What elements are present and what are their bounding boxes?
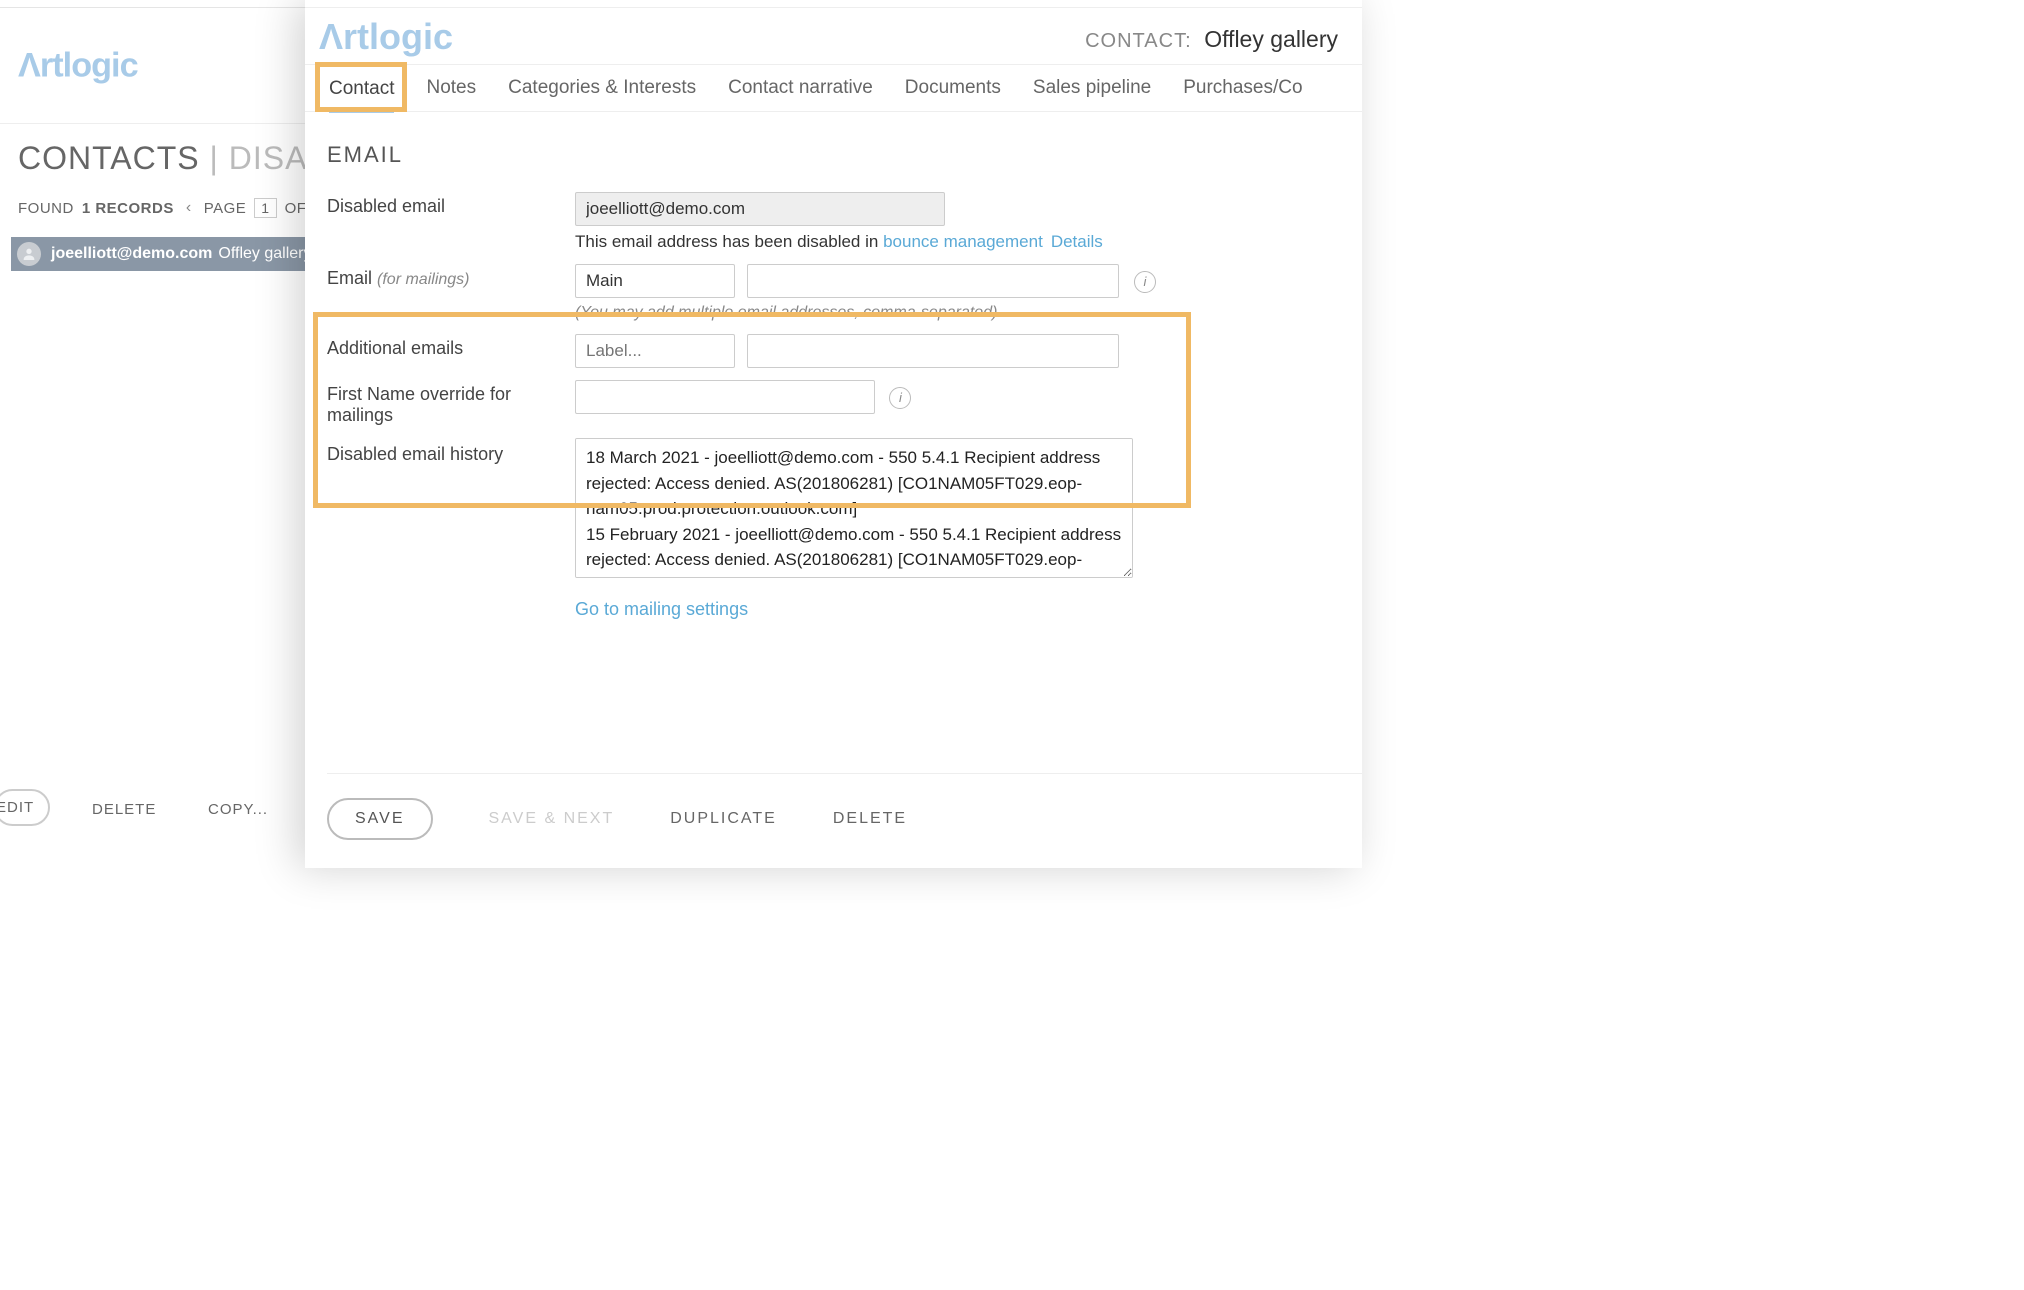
tab-documents[interactable]: Documents [905, 77, 1001, 99]
section-email-title: EMAIL [327, 142, 1340, 168]
save-next-button: SAVE & NEXT [489, 810, 615, 828]
pagination: FOUND 1 RECORDS ‹ PAGE 1 OF 1 › [18, 198, 342, 218]
contact-heading: CONTACT: Offley gallery [1085, 26, 1338, 53]
details-link[interactable]: Details [1051, 232, 1103, 251]
email-field[interactable] [747, 264, 1119, 298]
tab-categories[interactable]: Categories & Interests [508, 77, 696, 99]
disabled-history-label: Disabled email history [327, 438, 575, 465]
info-icon[interactable]: i [1134, 271, 1156, 293]
tabs: Contact Notes Categories & Interests Con… [305, 64, 1362, 112]
delete-button[interactable]: DELETE [92, 801, 156, 818]
mailing-settings-link[interactable]: Go to mailing settings [575, 599, 1340, 620]
avatar-icon [17, 242, 41, 266]
disabled-history-textarea[interactable] [575, 438, 1133, 578]
chevron-left-icon[interactable]: ‹ [182, 199, 196, 217]
page-number-input[interactable]: 1 [254, 198, 276, 218]
tab-narrative[interactable]: Contact narrative [728, 77, 873, 99]
firstname-override-label: First Name override for mailings [327, 380, 575, 426]
email-multi-hint: (You may add multiple email addresses, c… [575, 304, 1340, 322]
additional-email-label-field[interactable] [575, 334, 735, 368]
duplicate-button[interactable]: DUPLICATE [670, 810, 777, 828]
row-name: Offley gallery [218, 245, 311, 263]
additional-email-field[interactable] [747, 334, 1119, 368]
logo: Λrtlogic [319, 17, 519, 62]
save-button[interactable]: SAVE [327, 798, 433, 840]
tab-sales-pipeline[interactable]: Sales pipeline [1033, 77, 1151, 99]
delete-button[interactable]: DELETE [833, 810, 907, 828]
email-label: Email (for mailings) [327, 264, 575, 289]
svg-text:Λrtlogic: Λrtlogic [18, 46, 139, 84]
highlight-tab [315, 62, 407, 112]
tab-purchases[interactable]: Purchases/Co [1183, 77, 1302, 99]
row-email: joeelliott@demo.com [51, 245, 212, 263]
info-icon[interactable]: i [889, 387, 911, 409]
firstname-override-field[interactable] [575, 380, 875, 414]
tab-notes[interactable]: Notes [426, 77, 476, 99]
email-type-field[interactable] [575, 264, 735, 298]
disabled-email-field [575, 192, 945, 226]
additional-emails-label: Additional emails [327, 334, 575, 359]
bounce-management-link[interactable]: bounce management [883, 232, 1043, 251]
disabled-note: This email address has been disabled in … [575, 232, 1340, 252]
svg-text:Λrtlogic: Λrtlogic [319, 17, 453, 57]
copy-button[interactable]: COPY... [208, 801, 268, 818]
disabled-email-label: Disabled email [327, 192, 575, 217]
edit-button[interactable]: EDIT [0, 789, 50, 826]
